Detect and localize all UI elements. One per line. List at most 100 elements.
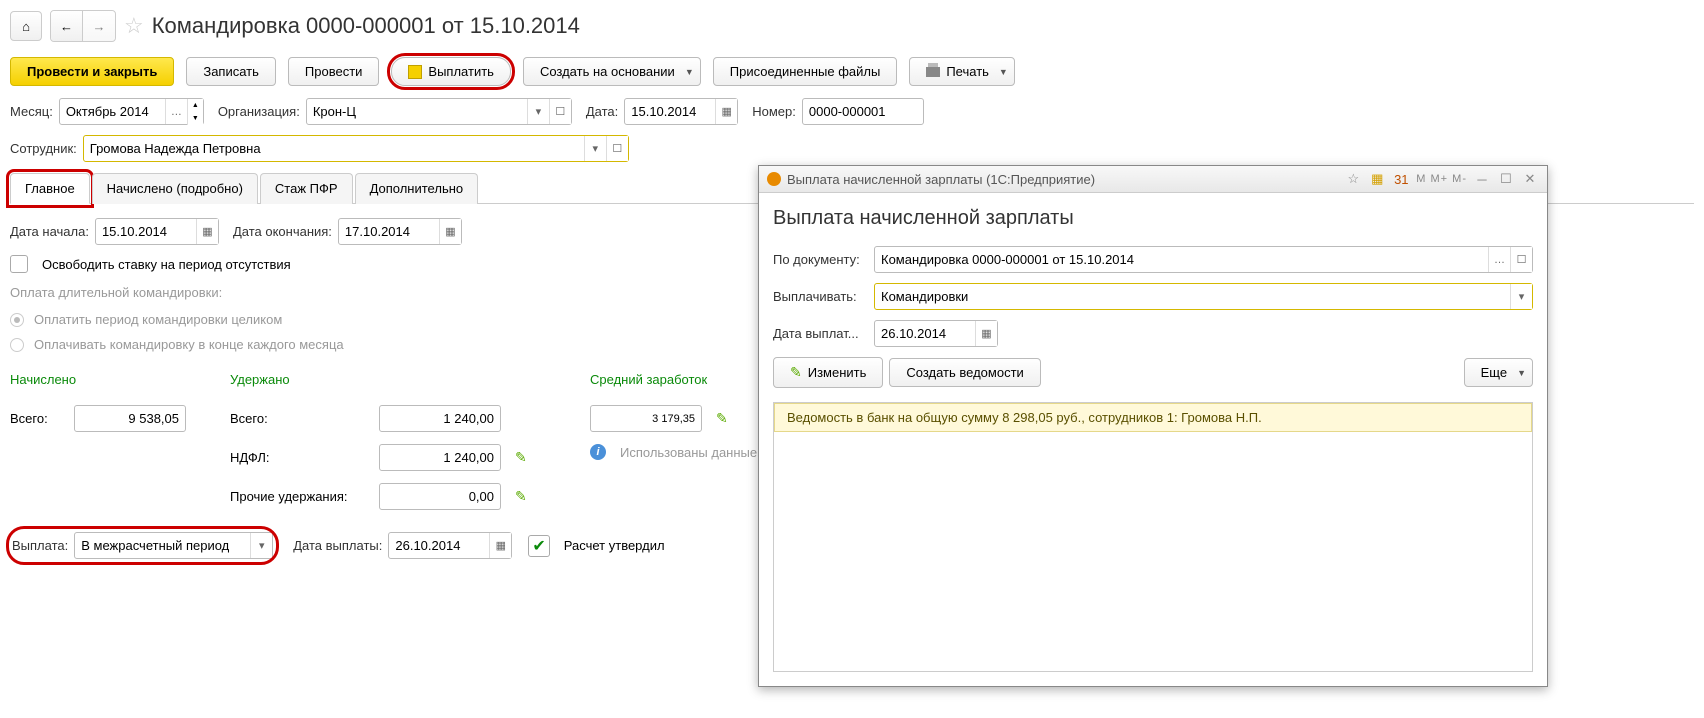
chevron-down-icon: ▼ (685, 67, 694, 77)
free-rate-checkbox[interactable] (10, 255, 28, 273)
pay-what-input[interactable] (875, 284, 1510, 309)
payment-dialog: Выплата начисленной зарплаты (1С:Предпри… (758, 165, 1548, 687)
dlg-pay-date-label: Дата выплат... (773, 326, 868, 341)
end-date-cal[interactable]: ▦ (439, 219, 461, 244)
dlg-pay-date-cal[interactable]: ▦ (975, 321, 997, 346)
home-button[interactable]: ⌂ (10, 11, 42, 41)
start-date-cal[interactable]: ▦ (196, 219, 218, 244)
calendar-icon[interactable]: 31 (1392, 170, 1410, 188)
pay-date-input[interactable] (389, 533, 489, 558)
month-input[interactable] (60, 99, 165, 124)
printer-icon (926, 67, 940, 77)
edit-button[interactable]: ✎ Изменить (773, 357, 883, 388)
withheld-total-label: Всего: (230, 411, 365, 426)
pencil-icon[interactable]: ✎ (515, 449, 527, 466)
data-used-label: Использованы данные о (620, 445, 768, 460)
calc-approved-label: Расчет утвердил (564, 538, 665, 553)
date-input[interactable] (625, 99, 715, 124)
start-date-input[interactable] (96, 219, 196, 244)
payment-input[interactable] (75, 533, 250, 558)
arrow-left-icon: ← (60, 19, 73, 34)
calculator-icon[interactable]: ▦ (1368, 170, 1386, 188)
accrued-header: Начислено (10, 372, 200, 387)
arrow-right-icon: → (93, 19, 106, 34)
by-doc-label: По документу: (773, 252, 868, 267)
pay-date-label: Дата выплаты: (293, 538, 382, 553)
month-spin-down[interactable]: ▼ (187, 112, 203, 125)
dialog-titlebar[interactable]: Выплата начисленной зарплаты (1С:Предпри… (759, 166, 1547, 193)
minimize-icon[interactable]: ─ (1473, 170, 1491, 188)
back-button[interactable]: ← (51, 11, 83, 41)
pay-button[interactable]: Выплатить (391, 57, 511, 86)
memory-buttons[interactable]: M M+ M- (1416, 170, 1467, 188)
pay-what-drop[interactable]: ▾ (1510, 284, 1532, 309)
create-based-label: Создать на основании (540, 64, 675, 79)
emp-open-button[interactable]: ☐ (606, 136, 628, 161)
payment-drop[interactable]: ▾ (250, 533, 272, 558)
pay-what-label: Выплачивать: (773, 289, 868, 304)
payment-list[interactable]: Ведомость в банк на общую сумму 8 298,05… (773, 402, 1533, 672)
month-ellipsis-button[interactable]: … (165, 99, 187, 124)
post-and-close-button[interactable]: Провести и закрыть (10, 57, 174, 86)
create-sheets-button[interactable]: Создать ведомости (889, 358, 1040, 387)
print-button[interactable]: Печать ▼ (909, 57, 1015, 86)
pencil-icon[interactable]: ✎ (716, 410, 728, 427)
by-doc-open[interactable]: ☐ (1510, 247, 1532, 272)
create-based-button[interactable]: Создать на основании ▼ (523, 57, 701, 86)
tab-main[interactable]: Главное (10, 173, 90, 204)
employee-input[interactable] (84, 136, 584, 161)
save-button[interactable]: Записать (186, 57, 276, 86)
org-drop-button[interactable]: ▾ (527, 99, 549, 124)
month-label: Месяц: (10, 104, 53, 119)
pay-date-cal[interactable]: ▦ (489, 533, 511, 558)
org-input[interactable] (307, 99, 527, 124)
other-withheld-label: Прочие удержания: (230, 489, 365, 504)
pay-doc-icon (408, 65, 422, 79)
accrued-total-input[interactable] (75, 406, 185, 431)
favorite-star-icon[interactable]: ☆ (124, 13, 144, 39)
month-spin-up[interactable]: ▲ (187, 99, 203, 112)
org-label: Организация: (218, 104, 300, 119)
radio-pay-whole-label: Оплатить период командировки целиком (34, 312, 282, 327)
avg-salary-input[interactable] (591, 406, 701, 431)
number-label: Номер: (752, 104, 796, 119)
employee-label: Сотрудник: (10, 141, 77, 156)
tab-pfr[interactable]: Стаж ПФР (260, 173, 353, 204)
dlg-pay-date-input[interactable] (875, 321, 975, 346)
end-date-input[interactable] (339, 219, 439, 244)
radio-pay-monthly (10, 338, 24, 352)
avg-salary-header: Средний заработок (590, 372, 768, 387)
maximize-icon[interactable]: ☐ (1497, 170, 1515, 188)
ndfl-input[interactable] (380, 445, 500, 470)
pencil-icon[interactable]: ✎ (515, 488, 527, 505)
number-input[interactable] (803, 99, 923, 124)
ndfl-label: НДФЛ: (230, 450, 365, 465)
favorite-icon[interactable]: ☆ (1344, 170, 1362, 188)
payment-summary-row[interactable]: Ведомость в банк на общую сумму 8 298,05… (774, 403, 1532, 432)
date-label: Дата: (586, 104, 618, 119)
post-button[interactable]: Провести (288, 57, 380, 86)
emp-drop-button[interactable]: ▾ (584, 136, 606, 161)
other-withheld-input[interactable] (380, 484, 500, 509)
by-doc-input[interactable] (875, 247, 1488, 272)
calc-approved-checkbox[interactable]: ✔ (528, 535, 549, 557)
radio-pay-monthly-label: Оплачивать командировку в конце каждого … (34, 337, 344, 352)
more-button[interactable]: Еще ▼ (1464, 358, 1533, 387)
close-icon[interactable]: ✕ (1521, 170, 1539, 188)
pay-button-label: Выплатить (428, 64, 494, 79)
date-cal-button[interactable]: ▦ (715, 99, 737, 124)
org-open-button[interactable]: ☐ (549, 99, 571, 124)
edit-label: Изменить (808, 365, 867, 380)
end-date-label: Дата окончания: (233, 224, 332, 239)
app-icon (767, 172, 781, 186)
tab-additional[interactable]: Дополнительно (355, 173, 479, 204)
forward-button[interactable]: → (83, 11, 115, 41)
attached-files-button[interactable]: Присоединенные файлы (713, 57, 898, 86)
withheld-total-input[interactable] (380, 406, 500, 431)
info-icon[interactable]: i (590, 444, 606, 460)
by-doc-ellipsis[interactable]: … (1488, 247, 1510, 272)
more-label: Еще (1481, 365, 1507, 380)
dialog-titlebar-text: Выплата начисленной зарплаты (1С:Предпри… (787, 172, 1338, 187)
start-date-label: Дата начала: (10, 224, 89, 239)
tab-accrued-detail[interactable]: Начислено (подробно) (92, 173, 258, 204)
